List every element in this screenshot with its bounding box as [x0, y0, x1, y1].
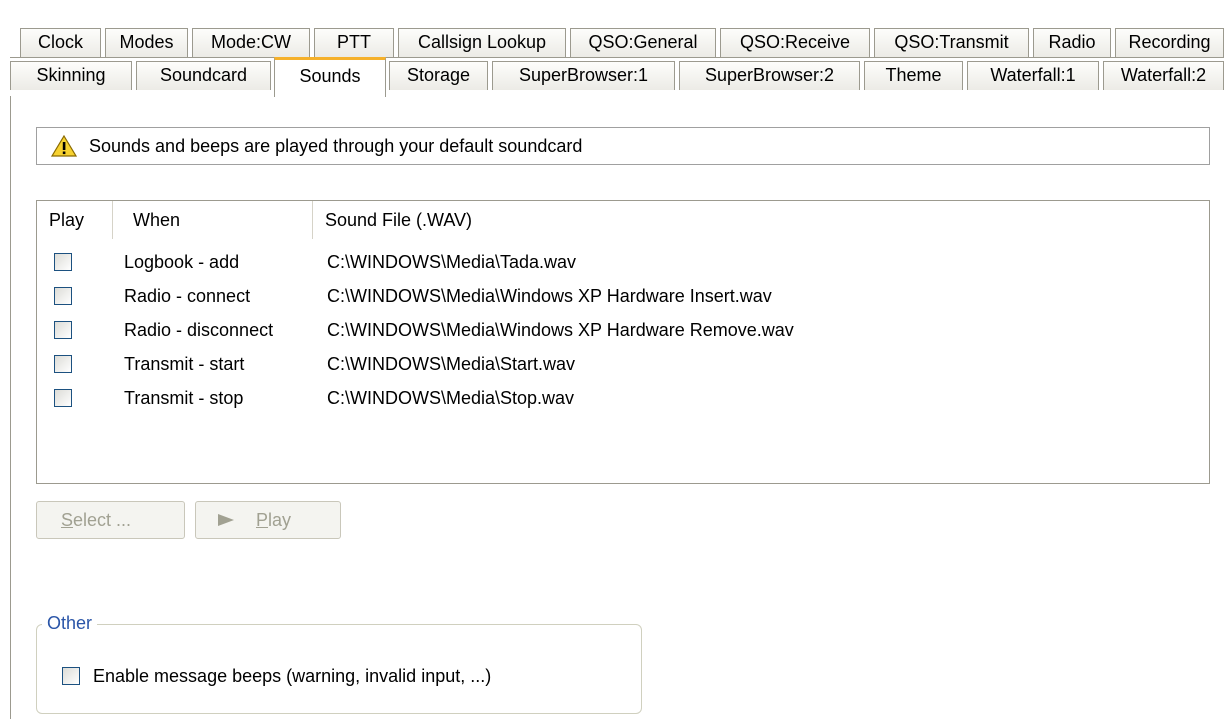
column-header-when[interactable]: When [113, 201, 313, 239]
tab-waterfall-2[interactable]: Waterfall:2 [1103, 61, 1224, 90]
tab-storage[interactable]: Storage [389, 61, 488, 90]
play-checkbox[interactable] [54, 253, 72, 271]
select-mnemonic: S [61, 510, 74, 530]
tab-clock[interactable]: Clock [20, 28, 101, 57]
tab-radio[interactable]: Radio [1033, 28, 1111, 57]
play-checkbox[interactable] [54, 355, 72, 373]
warning-icon [51, 135, 77, 157]
tab-recording[interactable]: Recording [1115, 28, 1224, 57]
play-checkbox[interactable] [54, 287, 72, 305]
sound-file-cell: C:\WINDOWS\Media\Windows XP Hardware Ins… [327, 286, 772, 306]
sound-file-cell: C:\WINDOWS\Media\Windows XP Hardware Rem… [327, 320, 794, 340]
info-message: Sounds and beeps are played through your… [89, 135, 583, 156]
enable-message-beeps-label[interactable]: Enable message beeps (warning, invalid i… [93, 663, 491, 689]
tab-superbrowser-1[interactable]: SuperBrowser:1 [492, 61, 675, 90]
info-banner: Sounds and beeps are played through your… [36, 127, 1210, 165]
tab-callsign-lookup[interactable]: Callsign Lookup [398, 28, 566, 57]
tab-modes[interactable]: Modes [105, 28, 188, 57]
play-checkbox[interactable] [54, 321, 72, 339]
list-item[interactable]: Radio - disconnect C:\WINDOWS\Media\Wind… [37, 313, 1209, 347]
when-cell: Logbook - add [124, 252, 240, 272]
enable-message-beeps-checkbox[interactable] [62, 667, 80, 685]
list-item[interactable]: Radio - connect C:\WINDOWS\Media\Windows… [37, 279, 1209, 313]
play-label: lay [268, 510, 292, 530]
tab-sounds[interactable]: Sounds [274, 57, 386, 97]
tab-qso-transmit[interactable]: QSO:Transmit [874, 28, 1029, 57]
tab-row-divider [10, 57, 1224, 58]
tab-mode-cw[interactable]: Mode:CW [192, 28, 310, 57]
sounds-list[interactable]: Play When Sound File (.WAV) Logbook - ad… [36, 200, 1210, 484]
tab-waterfall-1[interactable]: Waterfall:1 [967, 61, 1099, 90]
list-item[interactable]: Transmit - start C:\WINDOWS\Media\Start.… [37, 347, 1209, 381]
play-mnemonic: P [256, 510, 269, 530]
play-button[interactable]: Play [195, 501, 341, 539]
sound-file-cell: C:\WINDOWS\Media\Start.wav [327, 354, 576, 374]
column-header-sound-file[interactable]: Sound File (.WAV) [313, 201, 1209, 239]
list-item[interactable]: Transmit - stop C:\WINDOWS\Media\Stop.wa… [37, 381, 1209, 415]
tab-soundcard[interactable]: Soundcard [136, 61, 271, 90]
play-icon [218, 514, 234, 526]
list-header: Play When Sound File (.WAV) [37, 201, 1209, 239]
tab-superbrowser-2[interactable]: SuperBrowser:2 [679, 61, 860, 90]
tab-qso-general[interactable]: QSO:General [570, 28, 716, 57]
other-group-title: Other [42, 612, 98, 634]
when-cell: Radio - disconnect [124, 320, 274, 340]
column-header-play[interactable]: Play [37, 201, 113, 239]
select-button[interactable]: Select ... [36, 501, 185, 539]
tab-ptt[interactable]: PTT [314, 28, 394, 57]
sound-file-cell: C:\WINDOWS\Media\Stop.wav [327, 388, 575, 408]
when-cell: Transmit - start [124, 354, 245, 374]
list-item[interactable]: Logbook - add C:\WINDOWS\Media\Tada.wav [37, 245, 1209, 279]
tab-qso-receive[interactable]: QSO:Receive [720, 28, 870, 57]
select-label: elect ... [73, 510, 132, 530]
sound-file-cell: C:\WINDOWS\Media\Tada.wav [327, 252, 577, 272]
tab-strip: Clock Modes Mode:CW PTT Callsign Lookup … [0, 0, 1224, 100]
when-cell: Transmit - stop [124, 388, 244, 408]
tab-theme[interactable]: Theme [864, 61, 963, 90]
tab-skinning[interactable]: Skinning [10, 61, 132, 90]
play-checkbox[interactable] [54, 389, 72, 407]
when-cell: Radio - connect [124, 286, 251, 306]
